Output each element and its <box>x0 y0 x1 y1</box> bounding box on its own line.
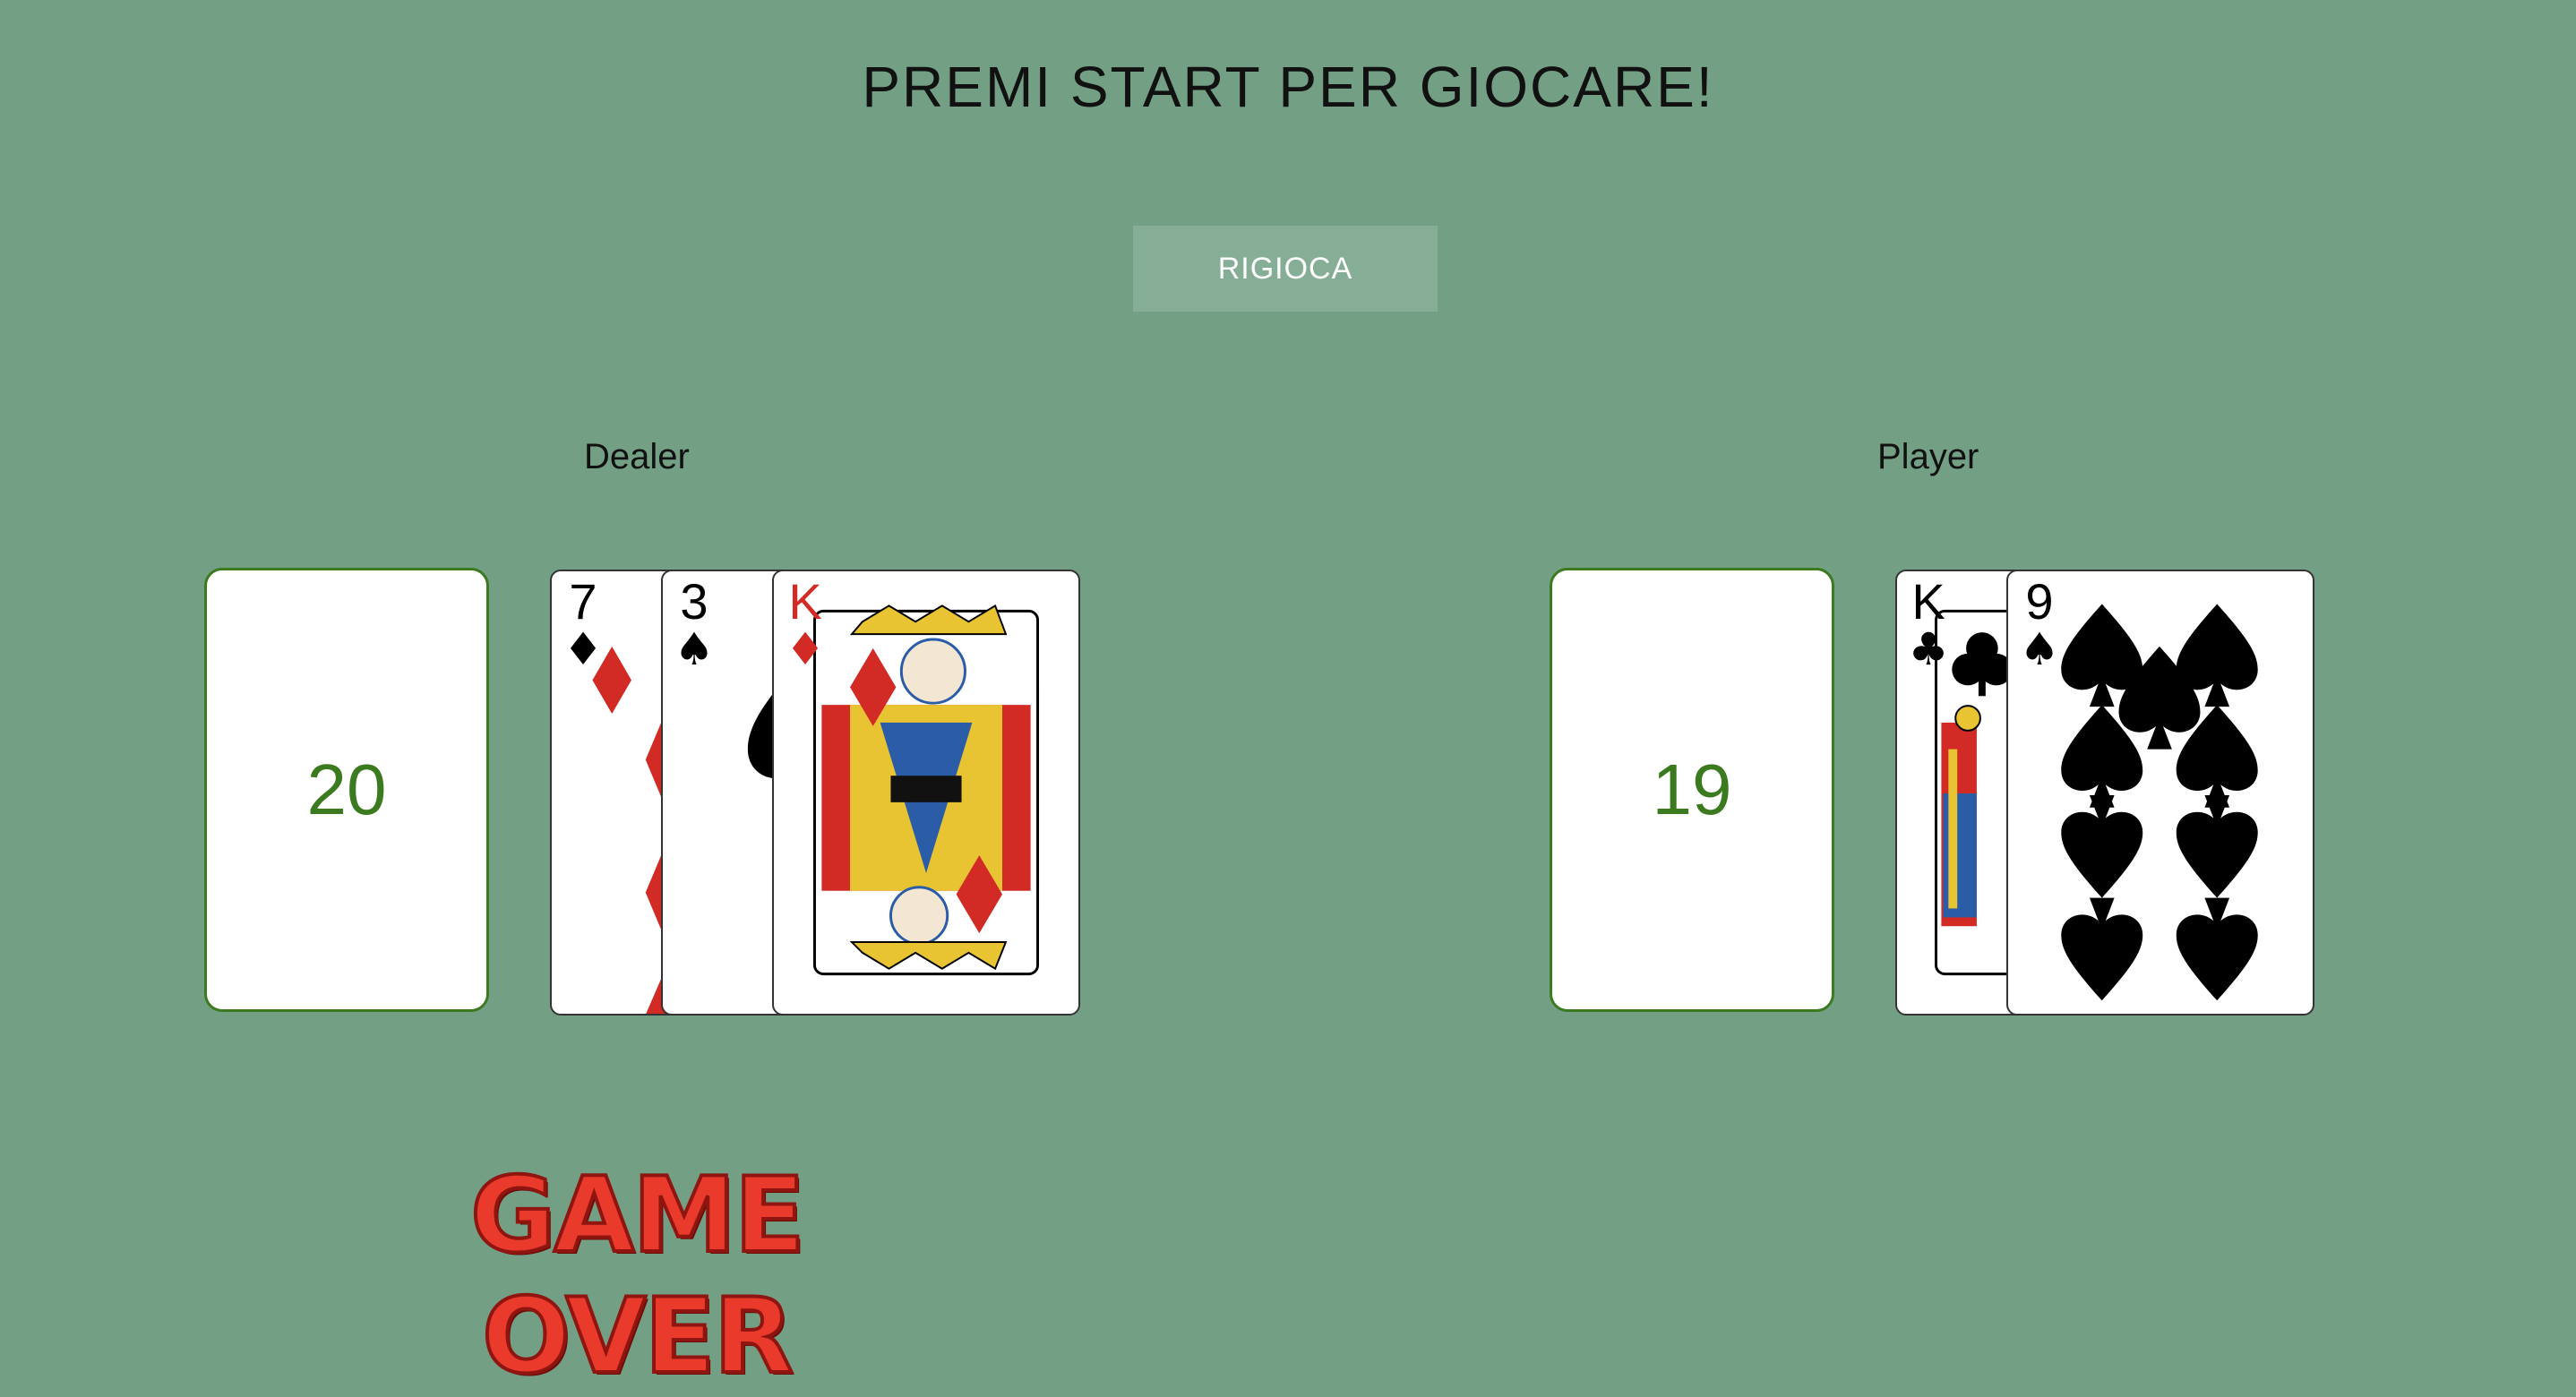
dealer-card-3: K ♦ <box>772 570 1080 1016</box>
card-rank: 9 <box>2025 573 2054 630</box>
spade-suit-icon: ♠ <box>2019 623 2060 675</box>
card-corner: K ♦ <box>783 573 828 675</box>
card-corner: 7 ♦ <box>561 573 605 675</box>
card-corner: K ♣ <box>1906 573 1951 675</box>
card-rank: K <box>1911 573 1945 630</box>
status-title: PREMI START PER GIOCARE! <box>862 55 1714 119</box>
dealer-label: Dealer <box>584 437 690 476</box>
card-rank: 7 <box>569 573 597 630</box>
card-corner: 9 ♠ <box>2017 573 2062 675</box>
dealer-score-box: 20 <box>204 568 489 1012</box>
player-card-2: 9 ♠ <box>2006 570 2314 1016</box>
replay-button[interactable]: RIGIOCA <box>1133 226 1438 312</box>
card-rank: 3 <box>680 573 708 630</box>
player-label: Player <box>1877 437 1979 476</box>
spade-suit-icon: ♠ <box>674 623 715 675</box>
player-score-box: 19 <box>1550 568 1834 1012</box>
club-suit-icon: ♣ <box>1908 623 1949 675</box>
card-rank: K <box>788 573 822 630</box>
card-corner: 3 ♠ <box>672 573 717 675</box>
diamond-suit-icon: ♦ <box>785 623 826 675</box>
game-over-banner: GAME OVER <box>468 1153 807 1397</box>
diamond-suit-icon: ♦ <box>562 623 604 675</box>
